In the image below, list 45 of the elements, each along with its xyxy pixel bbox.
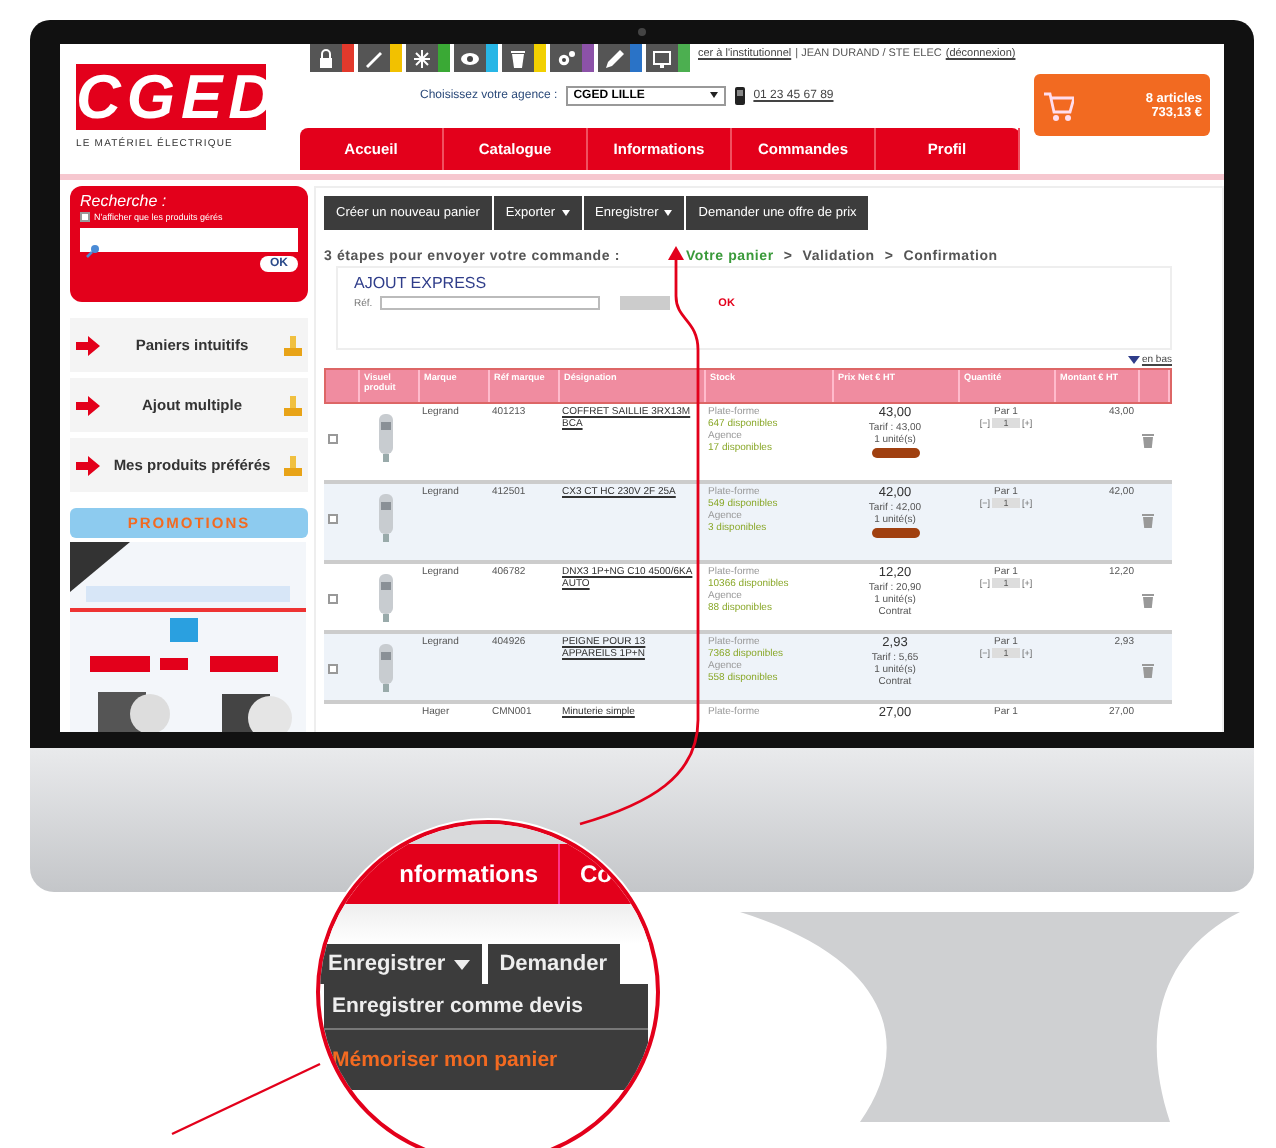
cart-icon [1042, 87, 1074, 123]
logo: CGED [76, 64, 266, 130]
toolbar-button[interactable]: Demander [487, 944, 619, 984]
trash-icon [1142, 434, 1154, 448]
checkbox[interactable] [80, 212, 90, 222]
checkbox[interactable] [328, 664, 338, 674]
toolbar-tab[interactable] [406, 44, 450, 72]
lock-icon [316, 47, 336, 69]
search-title: Recherche : [80, 192, 169, 210]
pen-icon [364, 47, 384, 69]
camera-icon [638, 28, 646, 36]
arrow-icon [76, 395, 100, 415]
caret-icon [453, 959, 470, 969]
caret-icon [664, 210, 673, 216]
menu-item[interactable]: Enregistrer comme devis [324, 984, 648, 1030]
trash-icon [1142, 594, 1154, 608]
eye-icon [460, 47, 480, 69]
quantity-field[interactable] [620, 296, 671, 310]
arrow-icon [76, 335, 100, 355]
toolbar-tab[interactable] [454, 44, 498, 72]
search-field[interactable] [80, 228, 298, 252]
menu-item[interactable]: Mémoriser mon panier [324, 1030, 648, 1090]
toolbar-tab[interactable] [598, 44, 642, 72]
trash-icon [1142, 664, 1154, 678]
express-title: AJOUT EXPRESS [354, 274, 489, 292]
caret-icon [709, 92, 718, 98]
bin-icon [508, 47, 528, 69]
toolbar-tab[interactable] [310, 44, 354, 72]
trash-icon [1142, 514, 1154, 528]
arrow-icon [76, 455, 100, 475]
phone-icon [733, 85, 746, 105]
checkbox[interactable] [328, 434, 338, 444]
toolbar-tab[interactable] [358, 44, 402, 72]
toolbar-button[interactable]: Enregistrer [320, 944, 482, 984]
pencil-icon [604, 47, 624, 69]
toolbar-tab[interactable] [550, 44, 594, 72]
checkbox[interactable] [328, 594, 338, 604]
snowflake-icon [412, 47, 432, 69]
caret-icon [561, 210, 569, 216]
gears-icon [556, 47, 576, 69]
monitor-icon [652, 47, 672, 69]
reference-field[interactable] [380, 296, 601, 310]
search-icon [86, 244, 100, 258]
checkbox[interactable] [328, 514, 338, 524]
toolbar-tab[interactable] [646, 44, 690, 72]
